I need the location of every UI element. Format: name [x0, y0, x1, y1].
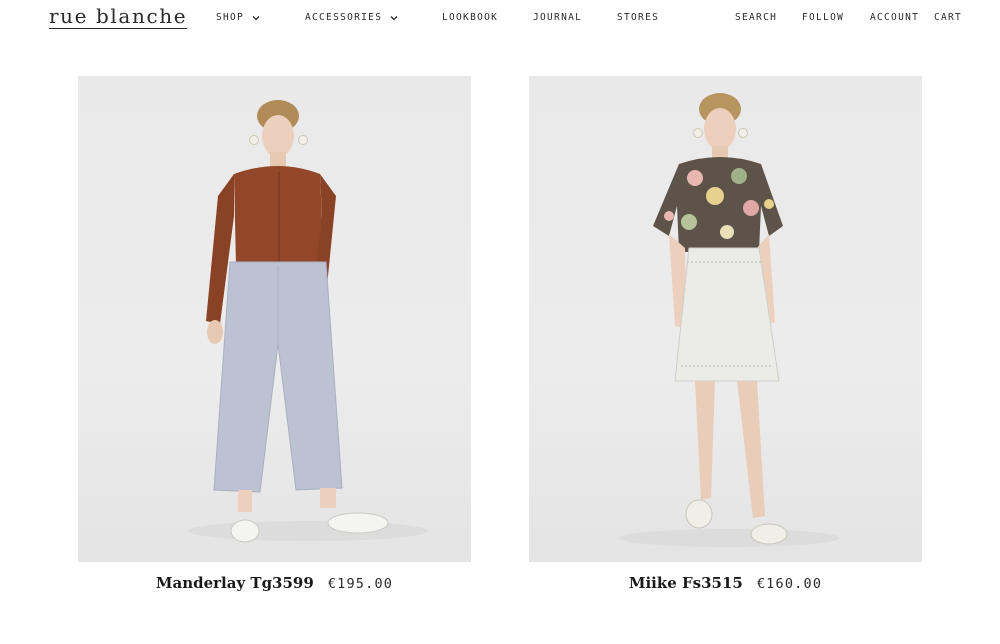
product-image[interactable] [78, 76, 471, 562]
product-name[interactable]: Miike Fs3515 [629, 574, 743, 592]
product-card: Manderlay Tg3599 €195.00 [78, 76, 471, 592]
product-card: Miike Fs3515 €160.00 [529, 76, 922, 592]
product-grid: Manderlay Tg3599 €195.00 Miike Fs3515 €1… [0, 0, 1000, 644]
product-image[interactable] [529, 76, 922, 562]
product-price: €160.00 [756, 576, 823, 592]
product-caption: Miike Fs3515 €160.00 [529, 574, 922, 592]
product-price: €195.00 [327, 576, 394, 592]
product-caption: Manderlay Tg3599 €195.00 [78, 574, 471, 592]
product-name[interactable]: Manderlay Tg3599 [156, 574, 314, 592]
